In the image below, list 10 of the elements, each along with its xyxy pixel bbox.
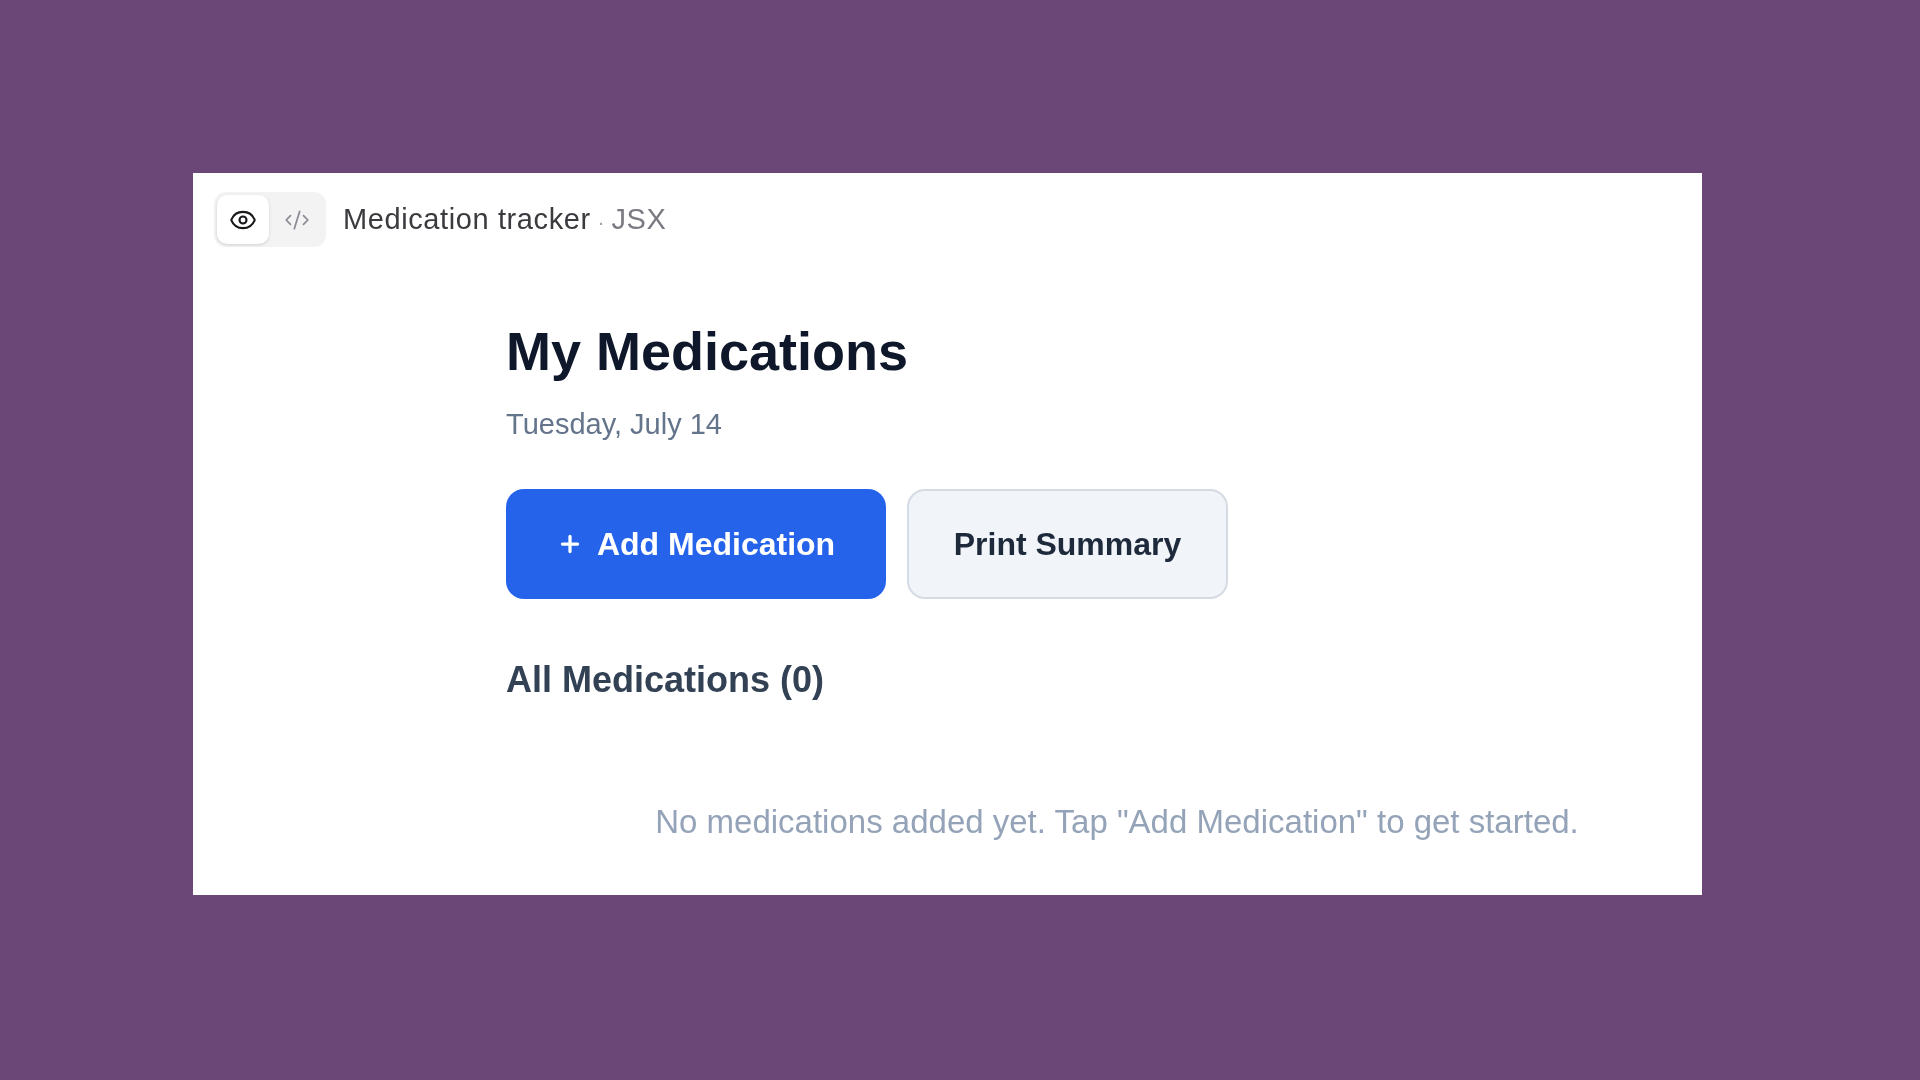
document-title: Medication tracker xyxy=(343,201,591,237)
print-summary-button[interactable]: Print Summary xyxy=(907,489,1228,599)
file-type-label: JSX xyxy=(611,201,667,237)
title-separator: · xyxy=(597,209,605,235)
empty-state-message: No medications added yet. Tap "Add Medication" to get started. xyxy=(655,803,1579,841)
add-medication-button[interactable]: Add Medication xyxy=(506,489,886,599)
date-label: Tuesday, July 14 xyxy=(506,408,722,440)
page-heading: My Medications xyxy=(506,322,909,381)
preview-tab[interactable] xyxy=(217,195,269,244)
section-heading: All Medications (0) xyxy=(506,658,825,702)
